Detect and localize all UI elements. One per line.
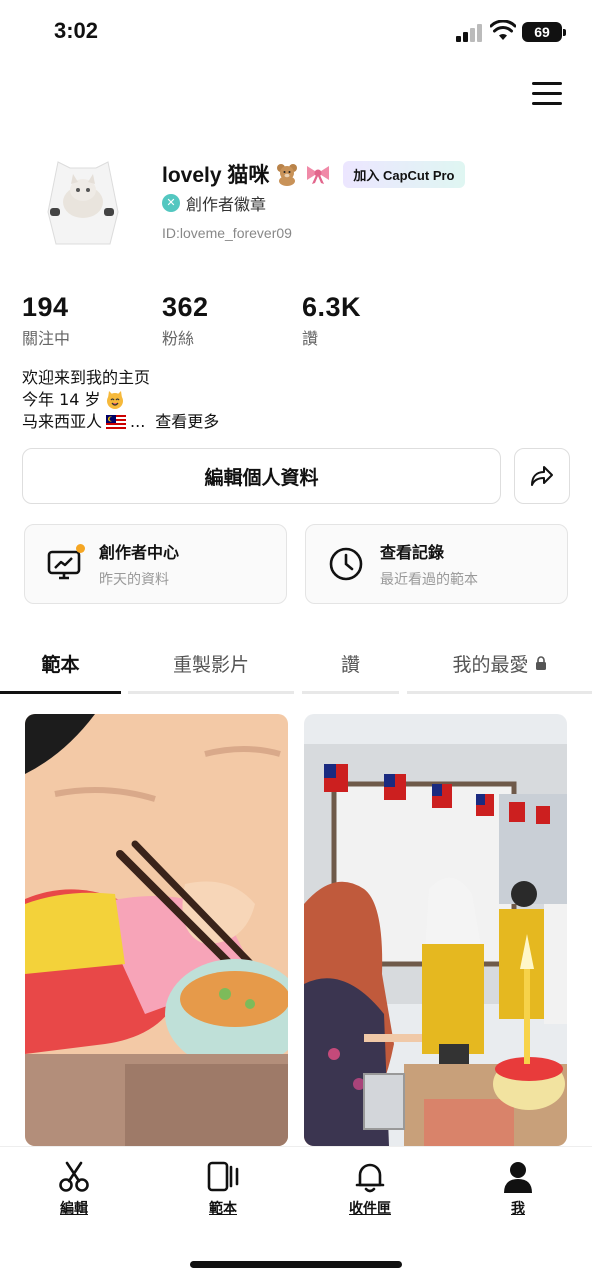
nav-me[interactable]: 我 (478, 1160, 558, 1218)
share-icon (531, 466, 553, 486)
tab-underline (302, 691, 399, 694)
home-indicator (190, 1261, 402, 1268)
stat-value: 194 (22, 292, 69, 322)
card-subtitle: 最近看過的範本 (380, 572, 478, 588)
nav-inbox[interactable]: 收件匣 (330, 1160, 410, 1218)
edit-profile-button[interactable]: 編輯個人資料 (22, 448, 501, 504)
capcut-pro-badge[interactable]: 加入 CapCut Pro (343, 160, 465, 188)
bio-line: 欢迎来到我的主页 (22, 368, 151, 387)
status-time: 3:02 (54, 18, 99, 43)
person-icon (504, 1162, 532, 1193)
stat-label: 關注中 (22, 329, 71, 348)
scissors-icon (59, 1161, 89, 1192)
tab-favorites[interactable]: 我的最愛 (407, 646, 592, 680)
tab-likes[interactable]: 讚 (302, 646, 399, 680)
stat-likes[interactable]: 6.3K 讚 (302, 292, 361, 349)
stat-followers[interactable]: 362 粉絲 (162, 292, 209, 349)
nav-templates[interactable]: 範本 (183, 1160, 263, 1218)
wifi-icon (490, 20, 516, 40)
battery-indicator: 69 (522, 22, 566, 42)
nav-label: 我 (511, 1201, 525, 1217)
malaysia-flag-icon (106, 415, 127, 429)
stat-label: 粉絲 (162, 329, 195, 348)
bio-line: 马来西亚人 (22, 412, 103, 431)
tab-label: 我的最愛 (452, 653, 529, 676)
stat-following[interactable]: 194 關注中 (22, 292, 70, 349)
creator-center-card[interactable]: 創作者中心 昨天的資料 (24, 524, 287, 604)
bell-icon (355, 1163, 385, 1193)
history-card[interactable]: 查看記錄 最近看過的範本 (305, 524, 568, 604)
bio-ellipsis: ... (130, 412, 146, 431)
share-button[interactable] (514, 448, 570, 504)
notification-dot (76, 544, 85, 553)
stat-value: 6.3K (302, 292, 362, 322)
clock-icon (326, 544, 366, 584)
ribbon-bow-icon (307, 166, 330, 184)
template-thumbnail[interactable] (304, 714, 567, 1146)
nav-label: 收件匣 (349, 1201, 391, 1217)
tab-label: 範本 (41, 653, 80, 676)
nav-label: 範本 (209, 1201, 237, 1217)
profile-name: lovely 猫咪 (162, 164, 270, 187)
see-more-link[interactable]: 查看更多 (155, 411, 219, 433)
cat-face-icon (106, 391, 123, 409)
card-title: 創作者中心 (99, 543, 180, 562)
template-thumbnail[interactable] (25, 714, 288, 1146)
tab-label: 重製影片 (172, 653, 249, 676)
lock-icon (535, 656, 546, 670)
tab-underline (128, 691, 294, 694)
card-title: 查看記錄 (380, 543, 445, 562)
tab-label: 讚 (340, 653, 360, 676)
card-subtitle: 昨天的資料 (99, 572, 169, 588)
dashboard-icon (45, 544, 85, 584)
user-id: ID:loveme_forever09 (162, 225, 292, 241)
menu-icon[interactable] (532, 82, 562, 106)
teddy-bear-icon (277, 164, 298, 186)
tab-underline (407, 691, 592, 694)
nav-label: 編輯 (60, 1201, 88, 1217)
templates-icon (207, 1161, 239, 1192)
tab-underline-active (0, 691, 121, 694)
creator-badge-label[interactable]: 創作者徽章 (186, 191, 266, 215)
cellular-signal-icon (456, 24, 482, 42)
stat-value: 362 (162, 292, 209, 322)
creator-badge-icon: ✕ (162, 194, 180, 212)
tab-templates[interactable]: 範本 (0, 646, 121, 680)
stat-label: 讚 (302, 329, 319, 348)
tab-remakes[interactable]: 重製影片 (128, 646, 294, 680)
avatar[interactable] (40, 152, 126, 248)
bio-line: 今年 14 岁 (22, 390, 101, 409)
nav-edit[interactable]: 編輯 (34, 1160, 114, 1218)
